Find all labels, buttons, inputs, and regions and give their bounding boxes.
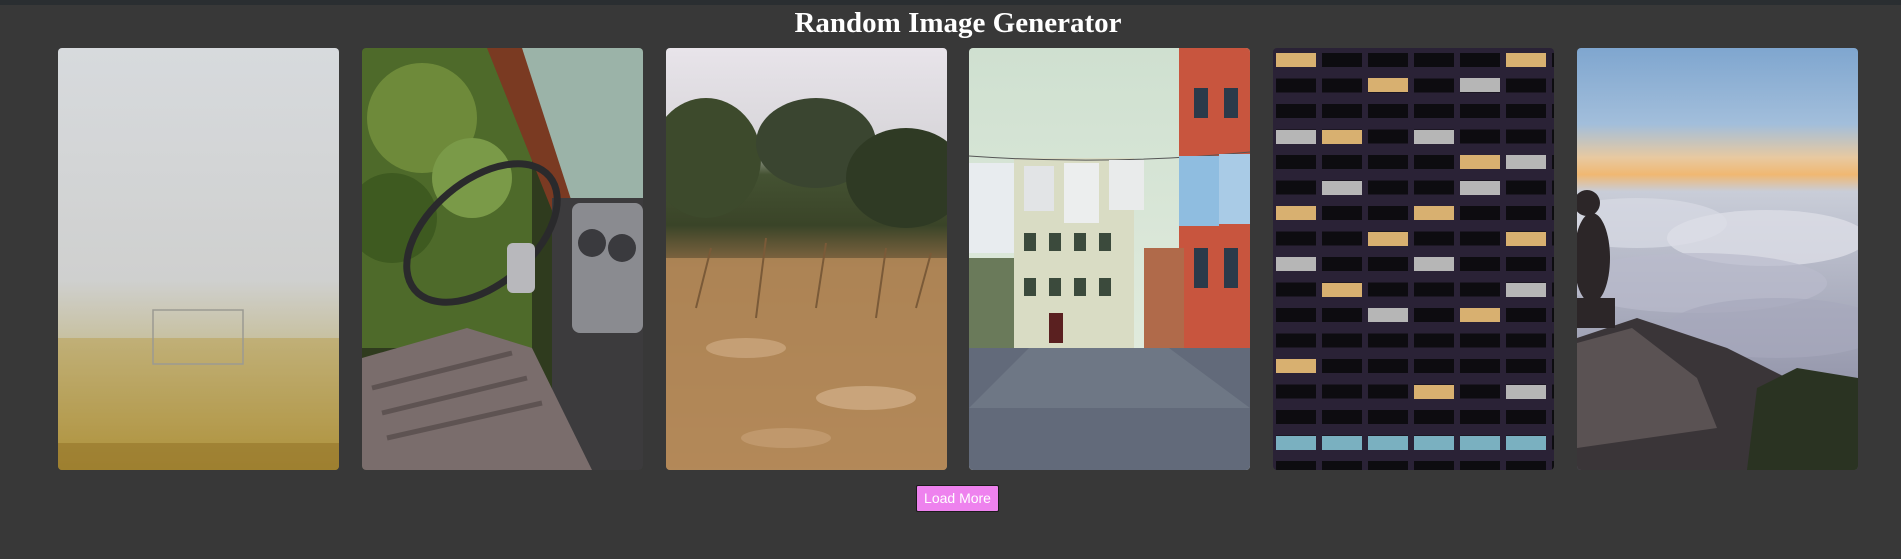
image-gallery [0,48,1901,470]
load-more-button[interactable]: Load More [916,485,999,512]
gallery-image-2[interactable] [362,48,643,470]
page-title: Random Image Generator [794,7,1122,39]
gallery-image-5[interactable] [1273,48,1554,470]
gallery-image-1[interactable] [58,48,339,470]
gallery-image-6[interactable] [1577,48,1858,470]
gallery-image-4[interactable] [969,48,1250,470]
top-bar [0,0,1901,5]
gallery-image-3[interactable] [666,48,947,470]
